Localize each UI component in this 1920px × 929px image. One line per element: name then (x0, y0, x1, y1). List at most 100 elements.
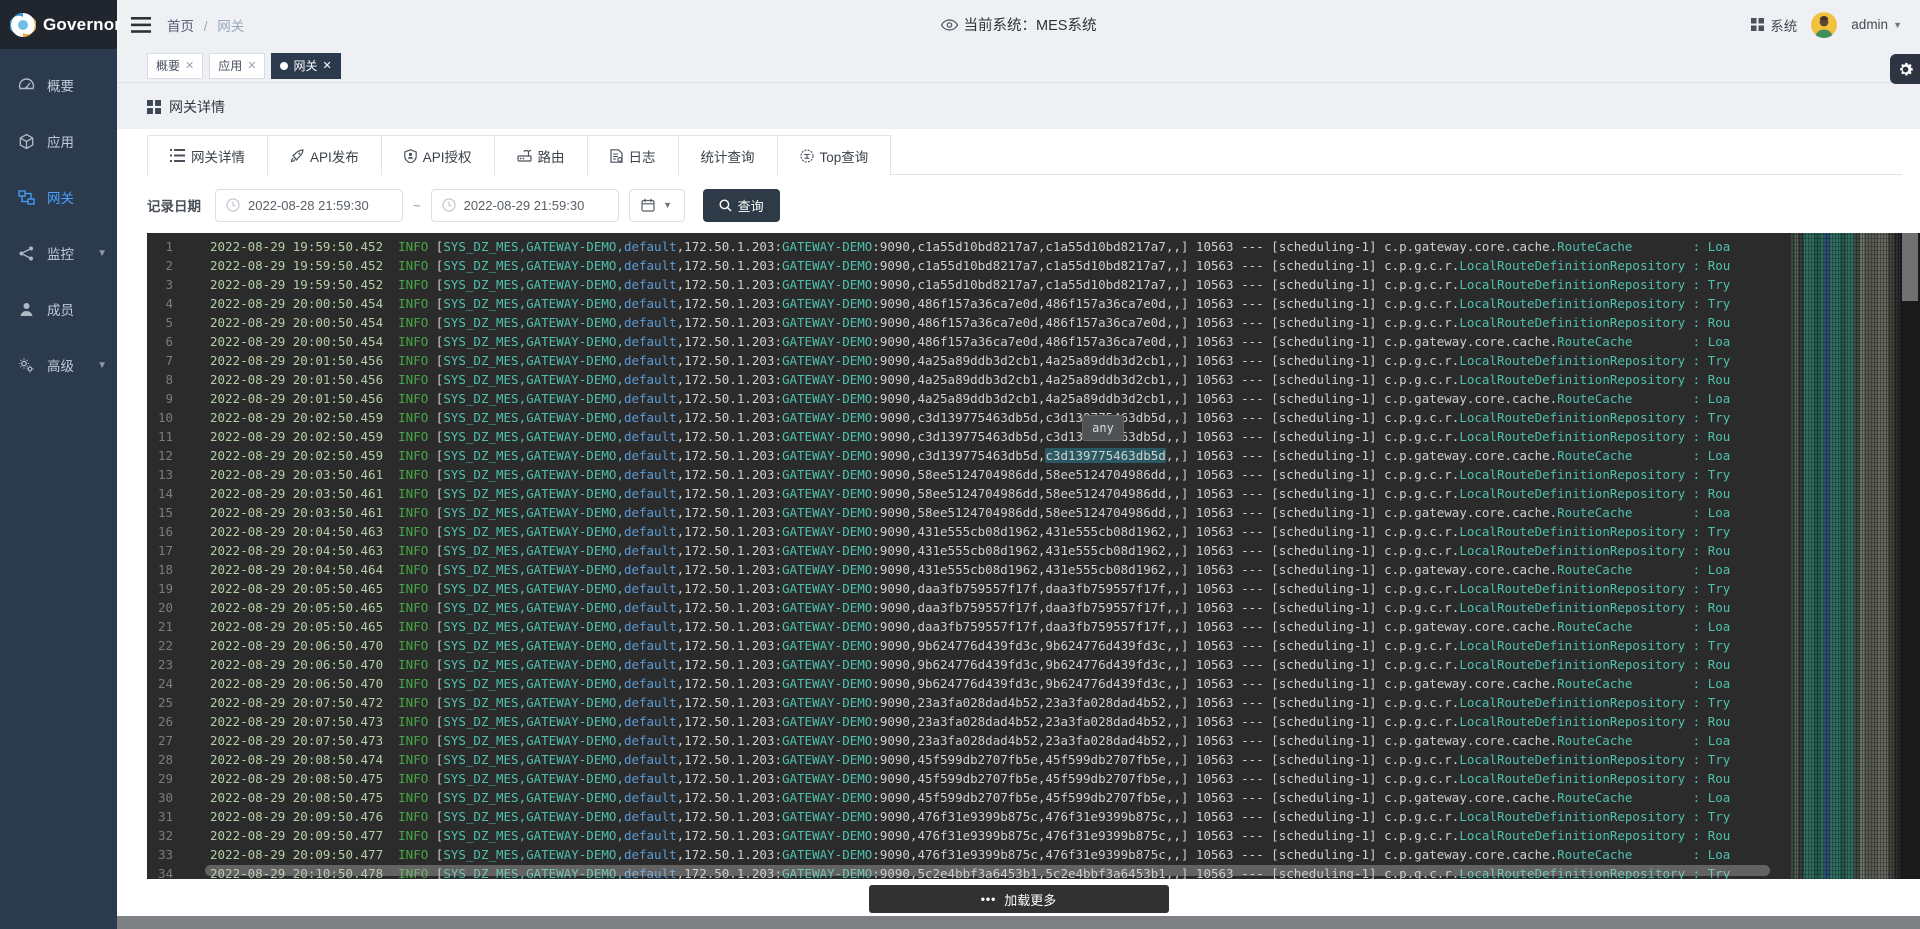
eye-icon (941, 19, 958, 31)
line-number: 19 (147, 579, 173, 598)
log-line: 302022-08-29 20:08:50.475 INFO [SYS_DZ_M… (147, 788, 1920, 807)
sidebar-item-网关[interactable]: 网关 (0, 169, 117, 225)
line-number: 17 (147, 541, 173, 560)
minimap[interactable] (1790, 233, 1900, 879)
username: admin (1851, 17, 1888, 32)
log-line: 322022-08-29 20:09:50.477 INFO [SYS_DZ_M… (147, 826, 1920, 845)
line-number: 3 (147, 275, 173, 294)
log-line: 182022-08-29 20:04:50.464 INFO [SYS_DZ_M… (147, 560, 1920, 579)
log-line: 12022-08-29 19:59:50.452 INFO [SYS_DZ_ME… (147, 237, 1920, 256)
log-line: 272022-08-29 20:07:50.473 INFO [SYS_DZ_M… (147, 731, 1920, 750)
log-line: 112022-08-29 20:02:50.459 INFO [SYS_DZ_M… (147, 427, 1920, 446)
tab-API授权[interactable]: API授权 (382, 135, 495, 175)
line-number: 27 (147, 731, 173, 750)
caret-down-icon: ▼ (1893, 20, 1902, 30)
line-number: 10 (147, 408, 173, 427)
calendar-icon (641, 198, 655, 212)
log-line: 22022-08-29 19:59:50.452 INFO [SYS_DZ_ME… (147, 256, 1920, 275)
tab-API发布[interactable]: API发布 (268, 135, 382, 175)
log-line: 42022-08-29 20:00:50.454 INFO [SYS_DZ_ME… (147, 294, 1920, 313)
gateway-icon (18, 189, 35, 206)
start-date-input[interactable]: 2022-08-28 21:59:30 (215, 189, 403, 222)
line-number: 21 (147, 617, 173, 636)
tag-概要[interactable]: 概要 ✕ (147, 53, 203, 79)
line-number: 1 (147, 237, 173, 256)
filter-row: 记录日期 2022-08-28 21:59:30 ~ 2022-08-29 21… (147, 185, 780, 225)
sidebar-item-应用[interactable]: 应用 (0, 113, 117, 169)
router-icon (517, 149, 532, 162)
active-dot (280, 62, 288, 70)
log-line: 262022-08-29 20:07:50.473 INFO [SYS_DZ_M… (147, 712, 1920, 731)
advanced-icon (18, 357, 35, 374)
line-number: 7 (147, 351, 173, 370)
log-line: 242022-08-29 20:06:50.470 INFO [SYS_DZ_M… (147, 674, 1920, 693)
sidebar-item-监控[interactable]: 监控▼ (0, 225, 117, 281)
user-menu[interactable]: admin ▼ (1851, 17, 1902, 32)
line-number: 16 (147, 522, 173, 541)
close-icon[interactable]: ✕ (322, 59, 331, 72)
log-line: 122022-08-29 20:02:50.459 INFO [SYS_DZ_M… (147, 446, 1920, 465)
breadcrumb-home[interactable]: 首页 (167, 19, 194, 34)
bottom-strip (117, 916, 1920, 929)
line-number: 28 (147, 750, 173, 769)
line-number: 5 (147, 313, 173, 332)
selected-text: c3d139775463db5d (1045, 448, 1165, 463)
tag-应用[interactable]: 应用 ✕ (209, 53, 265, 79)
line-number: 31 (147, 807, 173, 826)
avatar[interactable] (1811, 12, 1837, 38)
close-icon[interactable]: ✕ (185, 59, 194, 72)
sidebar-item-高级[interactable]: 高级▼ (0, 337, 117, 393)
tab-统计查询[interactable]: 统计查询 (679, 135, 778, 175)
line-number: 26 (147, 712, 173, 731)
sidebar: Governor 概要 应用 网关 监控▼ 成员 高级▼ (0, 0, 117, 929)
log-line: 202022-08-29 20:05:50.465 INFO [SYS_DZ_M… (147, 598, 1920, 617)
tag-网关[interactable]: 网关 ✕ (271, 53, 340, 79)
log-line: 142022-08-29 20:03:50.461 INFO [SYS_DZ_M… (147, 484, 1920, 503)
page-title: 网关详情 (169, 97, 225, 117)
tab-Top查询[interactable]: Top查询 (778, 135, 892, 175)
sidebar-menu: 概要 应用 网关 监控▼ 成员 高级▼ (0, 49, 117, 393)
end-date-input[interactable]: 2022-08-29 21:59:30 (431, 189, 619, 222)
system-menu[interactable]: 系统 (1751, 15, 1797, 35)
line-number: 18 (147, 560, 173, 579)
breadcrumb-current: 网关 (217, 19, 244, 34)
topbar: 首页 / 网关 当前系统：MES系统 系统 admin ▼ (117, 0, 1920, 49)
line-number: 25 (147, 693, 173, 712)
log-line: 82022-08-29 20:01:50.456 INFO [SYS_DZ_ME… (147, 370, 1920, 389)
tags-view: 概要 ✕ 应用 ✕ 网关 ✕ (117, 49, 1920, 83)
line-number: 24 (147, 674, 173, 693)
hamburger-icon[interactable] (131, 17, 151, 33)
detail-tabs: 网关详情API发布API授权路由日志统计查询Top查询 (147, 135, 1902, 175)
clock-icon (442, 198, 456, 212)
horizontal-scrollbar[interactable] (205, 865, 1770, 876)
clock-icon (226, 198, 240, 212)
close-icon[interactable]: ✕ (247, 59, 256, 72)
log-line: 92022-08-29 20:01:50.456 INFO [SYS_DZ_ME… (147, 389, 1920, 408)
tab-日志[interactable]: 日志 (588, 135, 679, 176)
caret-down-icon: ▼ (663, 200, 672, 210)
sidebar-item-成员[interactable]: 成员 (0, 281, 117, 337)
top-icon (800, 149, 814, 163)
load-more-button[interactable]: ••• 加载更多 (869, 885, 1169, 913)
breadcrumb: 首页 / 网关 (167, 15, 244, 35)
log-line: 252022-08-29 20:07:50.472 INFO [SYS_DZ_M… (147, 693, 1920, 712)
tab-路由[interactable]: 路由 (495, 135, 588, 175)
quick-range-button[interactable]: ▼ (629, 189, 685, 222)
log-line: 332022-08-29 20:09:50.477 INFO [SYS_DZ_M… (147, 845, 1920, 864)
line-number: 32 (147, 826, 173, 845)
line-number: 15 (147, 503, 173, 522)
log-line: 222022-08-29 20:06:50.470 INFO [SYS_DZ_M… (147, 636, 1920, 655)
tab-网关详情[interactable]: 网关详情 (147, 135, 268, 175)
logo-text: Governor (43, 15, 121, 35)
sidebar-item-概要[interactable]: 概要 (0, 57, 117, 113)
line-number: 30 (147, 788, 173, 807)
line-number: 23 (147, 655, 173, 674)
log-line: 282022-08-29 20:08:50.474 INFO [SYS_DZ_M… (147, 750, 1920, 769)
query-button[interactable]: 查询 (703, 189, 780, 222)
line-number: 29 (147, 769, 173, 788)
settings-button[interactable] (1890, 54, 1920, 84)
vertical-scrollbar-thumb[interactable] (1902, 233, 1918, 301)
vertical-scrollbar[interactable] (1900, 233, 1920, 879)
content-card: 网关详情API发布API授权路由日志统计查询Top查询 记录日期 2022-08… (117, 129, 1920, 929)
log-viewer[interactable]: 12022-08-29 19:59:50.452 INFO [SYS_DZ_ME… (147, 233, 1920, 879)
